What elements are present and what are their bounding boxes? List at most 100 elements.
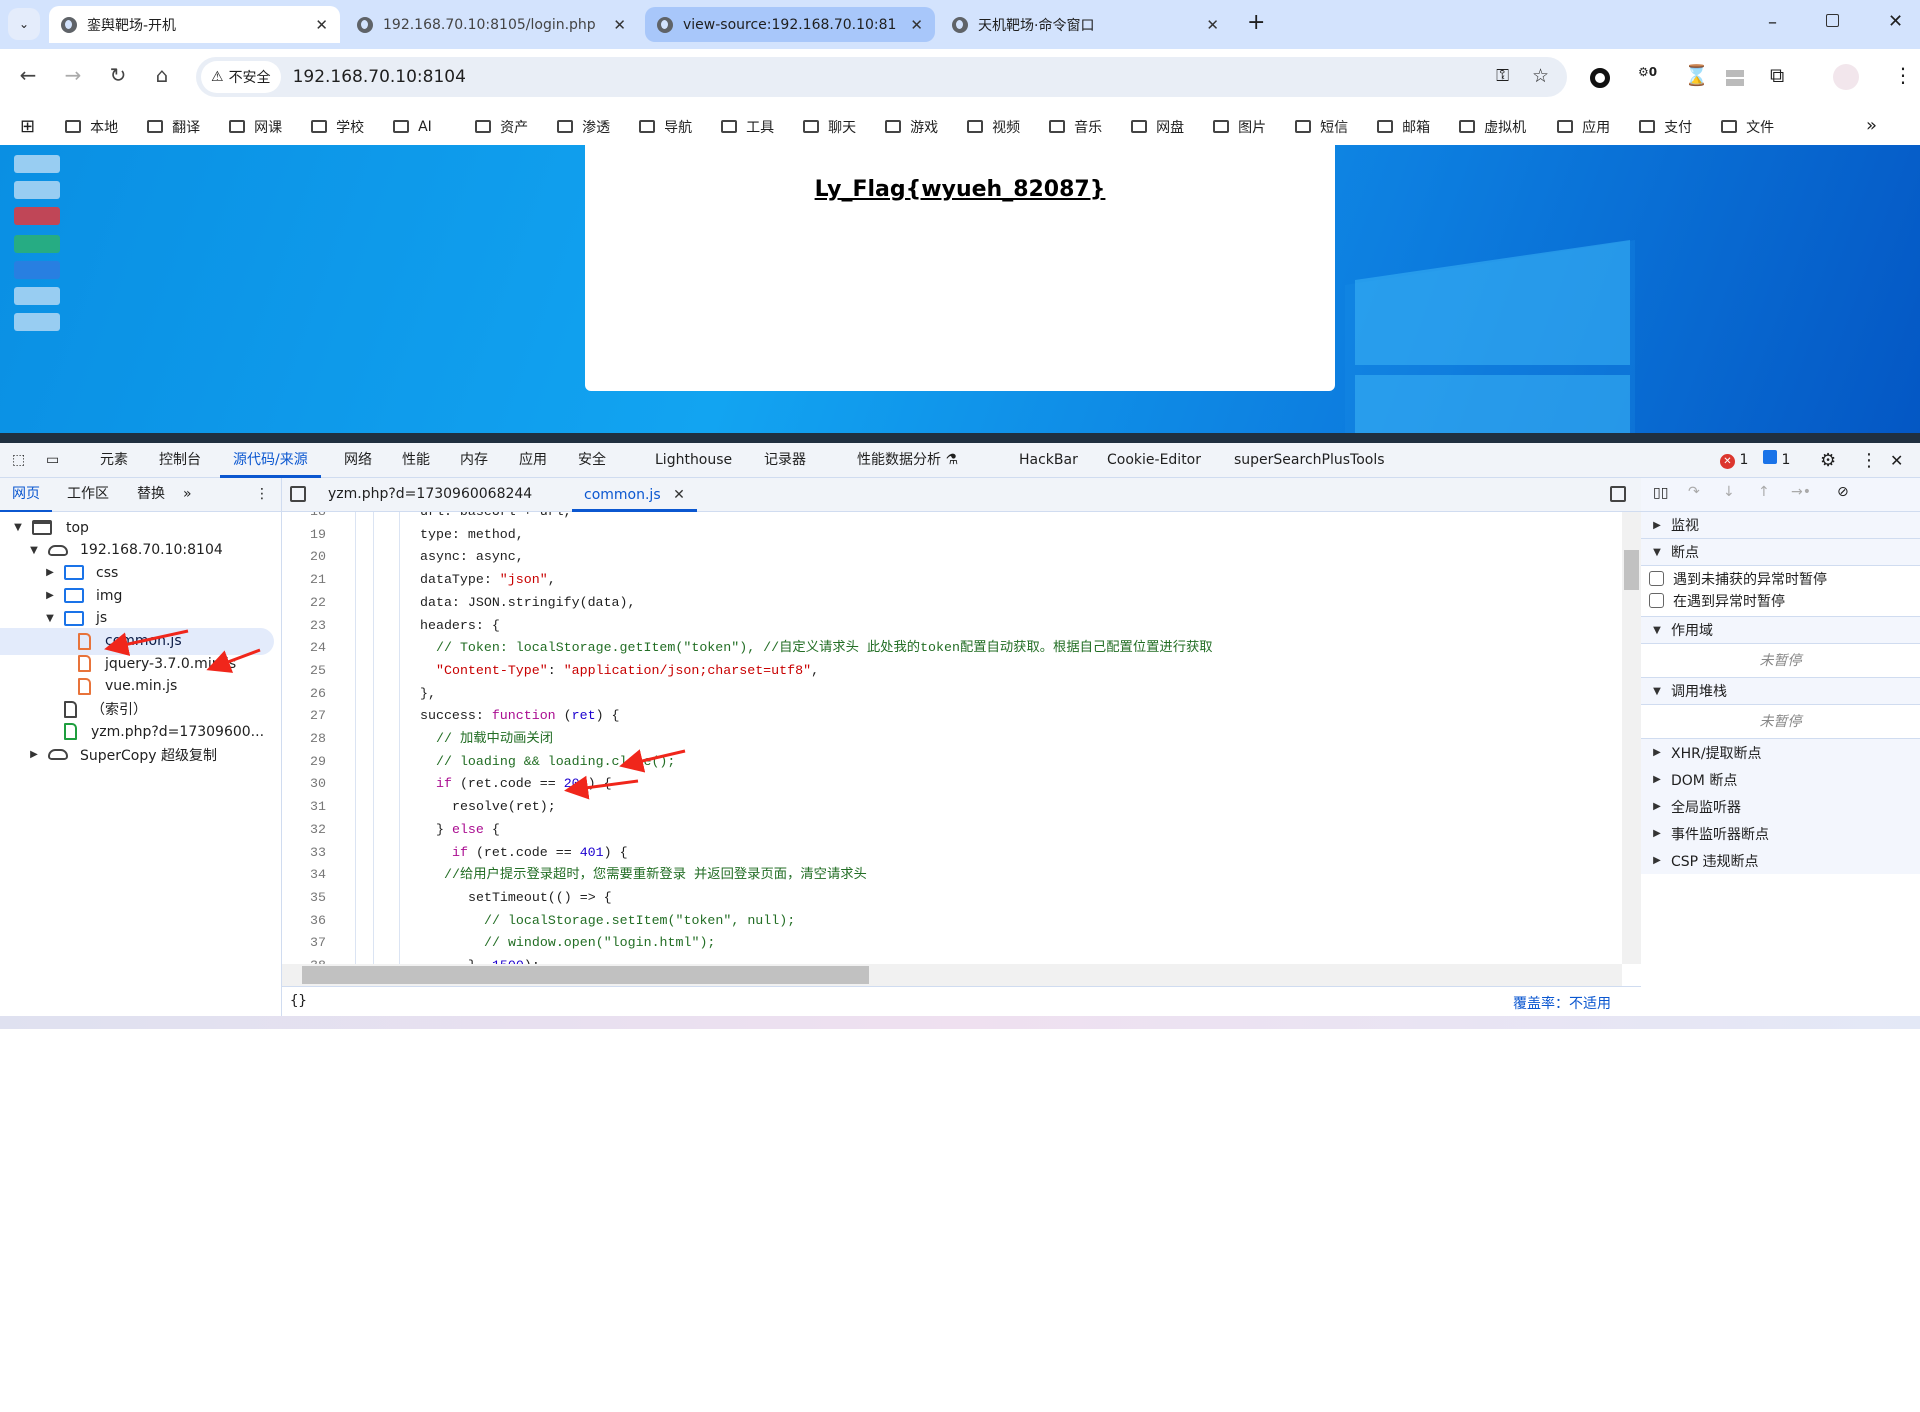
line-number[interactable]: 19: [282, 523, 326, 546]
bookmark-star-icon[interactable]: ☆: [1532, 65, 1549, 87]
settings-gear-icon[interactable]: ⚙: [1820, 443, 1836, 478]
bookmark-folder[interactable]: 文件: [1721, 117, 1803, 137]
bookmark-folder[interactable]: 短信: [1295, 117, 1377, 137]
code-line[interactable]: 35 setTimeout(() => {: [282, 886, 1622, 909]
extension-counter-icon[interactable]: ⚙0: [1638, 65, 1657, 79]
step-out-icon[interactable]: ↑: [1758, 484, 1770, 500]
devtools-tab-hackbar[interactable]: HackBar: [1019, 443, 1078, 478]
collapse-icon[interactable]: ▼: [12, 522, 24, 533]
password-key-icon[interactable]: ⚿: [1496, 66, 1509, 86]
devtools-tab-supersearch[interactable]: superSearchPlusTools: [1234, 443, 1385, 478]
code-line[interactable]: 23 headers: {: [282, 614, 1622, 637]
line-number[interactable]: 27: [282, 704, 326, 727]
code-line[interactable]: 33 if (ret.code == 401) {: [282, 841, 1622, 864]
line-number[interactable]: 23: [282, 614, 326, 637]
profile-avatar[interactable]: [1833, 64, 1859, 90]
url-text[interactable]: 192.168.70.10:8104: [293, 67, 466, 87]
code-line[interactable]: 38}, 1500);: [282, 954, 1622, 964]
code-line[interactable]: 18 url: baseUrl + url,: [282, 512, 1622, 523]
section-call-stack[interactable]: ▼ 调用堆栈: [1641, 678, 1920, 705]
device-toolbar-icon[interactable]: ▭: [46, 443, 59, 478]
line-number[interactable]: 28: [282, 727, 326, 750]
line-number[interactable]: 37: [282, 931, 326, 954]
vertical-scrollbar[interactable]: [1622, 512, 1641, 964]
scroll-thumb[interactable]: [302, 966, 869, 984]
bookmark-folder[interactable]: 工具: [721, 117, 803, 137]
section-csp-breakpoints[interactable]: ▶ CSP 违规断点: [1641, 847, 1920, 874]
forward-button[interactable]: →: [59, 63, 87, 87]
error-counter[interactable]: ✕ 1: [1720, 443, 1748, 478]
bookmark-folder[interactable]: 资产: [475, 117, 557, 137]
line-number[interactable]: 31: [282, 795, 326, 818]
desktop-icon-network[interactable]: [14, 287, 60, 305]
bookmark-folder[interactable]: 学校: [311, 117, 393, 137]
code-line[interactable]: 34 //给用户提示登录超时，您需要重新登录 并返回登录页面，清空请求头: [282, 863, 1622, 886]
bookmark-folder[interactable]: 视频: [967, 117, 1049, 137]
navigator-menu-icon[interactable]: ⋮: [255, 478, 269, 512]
menu-kebab-icon[interactable]: ⋮: [1893, 63, 1913, 87]
bookmark-folder[interactable]: 导航: [639, 117, 721, 137]
section-xhr-breakpoints[interactable]: ▶ XHR/提取断点: [1641, 739, 1920, 766]
expand-icon[interactable]: ▶: [28, 749, 40, 760]
pause-uncaught-checkbox[interactable]: 遇到未捕获的异常时暂停: [1641, 566, 1920, 589]
tab-3[interactable]: view-source:192.168.70.10:81 ✕: [645, 7, 935, 42]
code-line[interactable]: 30 if (ret.code == 200) {: [282, 772, 1622, 795]
inspect-element-icon[interactable]: ⬚: [12, 443, 25, 478]
pretty-print-button[interactable]: {}: [290, 993, 307, 1009]
bookmark-folder[interactable]: 翻译: [147, 117, 229, 137]
horizontal-scrollbar[interactable]: [282, 964, 1622, 986]
new-tab-button[interactable]: +: [1247, 10, 1265, 35]
line-number[interactable]: 32: [282, 818, 326, 841]
extension-bar-icon[interactable]: [1726, 70, 1744, 86]
devtools-tab-cookie-editor[interactable]: Cookie-Editor: [1107, 443, 1201, 478]
pause-caught-checkbox[interactable]: 在遇到异常时暂停: [1641, 589, 1920, 617]
scroll-thumb[interactable]: [1624, 550, 1639, 590]
line-number[interactable]: 20: [282, 545, 326, 568]
code-line[interactable]: 32} else {: [282, 818, 1622, 841]
line-number[interactable]: 18: [282, 512, 326, 523]
navigator-tab-workspace[interactable]: 工作区: [67, 478, 109, 512]
navigator-tab-overrides[interactable]: 替换: [137, 478, 165, 512]
expand-icon[interactable]: ▶: [44, 590, 56, 601]
devtools-tab-application[interactable]: 应用: [519, 443, 547, 478]
more-bookmarks-icon[interactable]: »: [1866, 115, 1877, 136]
checkbox[interactable]: [1649, 571, 1664, 586]
collapse-icon[interactable]: ▼: [44, 613, 56, 624]
code-line[interactable]: 22 data: JSON.stringify(data),: [282, 591, 1622, 614]
section-dom-breakpoints[interactable]: ▶ DOM 断点: [1641, 766, 1920, 793]
code-line[interactable]: 29 // loading && loading.close();: [282, 750, 1622, 773]
minimize-button[interactable]: –: [1768, 12, 1777, 33]
code-line[interactable]: 24 // Token: localStorage.getItem("token"…: [282, 636, 1622, 659]
deactivate-breakpoints-icon[interactable]: ⊘: [1837, 484, 1849, 500]
line-number[interactable]: 33: [282, 841, 326, 864]
section-watch[interactable]: ▶ 监视: [1641, 512, 1920, 539]
desktop-icon-panel[interactable]: [14, 313, 60, 331]
desktop-icon-recycle-bin[interactable]: [14, 181, 60, 199]
bookmark-folder[interactable]: 音乐: [1049, 117, 1131, 137]
address-bar[interactable]: ⚠ 不安全 192.168.70.10:8104 ⚿ ☆: [196, 57, 1567, 97]
code-line[interactable]: 25 "Content-Type": "application/json;char…: [282, 659, 1622, 682]
devtools-tab-console[interactable]: 控制台: [159, 443, 201, 478]
code-line[interactable]: 21 dataType: "json",: [282, 568, 1622, 591]
coverage-status[interactable]: 覆盖率：不适用: [1513, 993, 1611, 1013]
step-over-icon[interactable]: ↷: [1688, 484, 1700, 500]
bookmark-folder[interactable]: 网课: [229, 117, 311, 137]
devtools-tab-recorder[interactable]: 记录器: [764, 443, 806, 478]
reload-button[interactable]: ↻: [104, 63, 132, 87]
bookmark-folder[interactable]: 游戏: [885, 117, 967, 137]
bookmark-folder[interactable]: AI: [393, 117, 475, 137]
pause-icon[interactable]: ▯▯: [1653, 485, 1668, 501]
devtools-tab-performance[interactable]: 性能: [402, 443, 430, 478]
message-counter[interactable]: 1: [1763, 443, 1790, 478]
code-line[interactable]: 28 // 加载中动画关闭: [282, 727, 1622, 750]
section-event-listener-breakpoints[interactable]: ▶ 事件监听器断点: [1641, 820, 1920, 847]
code-line[interactable]: 19 type: method,: [282, 523, 1622, 546]
close-tab-icon[interactable]: ✕: [315, 16, 328, 34]
close-window-button[interactable]: ✕: [1888, 11, 1903, 32]
tab-1[interactable]: 銮舆靶场-开机 ✕: [49, 6, 340, 43]
checkbox[interactable]: [1649, 593, 1664, 608]
bookmark-folder[interactable]: 邮箱: [1377, 117, 1459, 137]
desktop-icon-app[interactable]: [14, 261, 60, 279]
bookmark-folder[interactable]: 网盘: [1131, 117, 1213, 137]
close-tab-icon[interactable]: ✕: [1206, 16, 1219, 34]
